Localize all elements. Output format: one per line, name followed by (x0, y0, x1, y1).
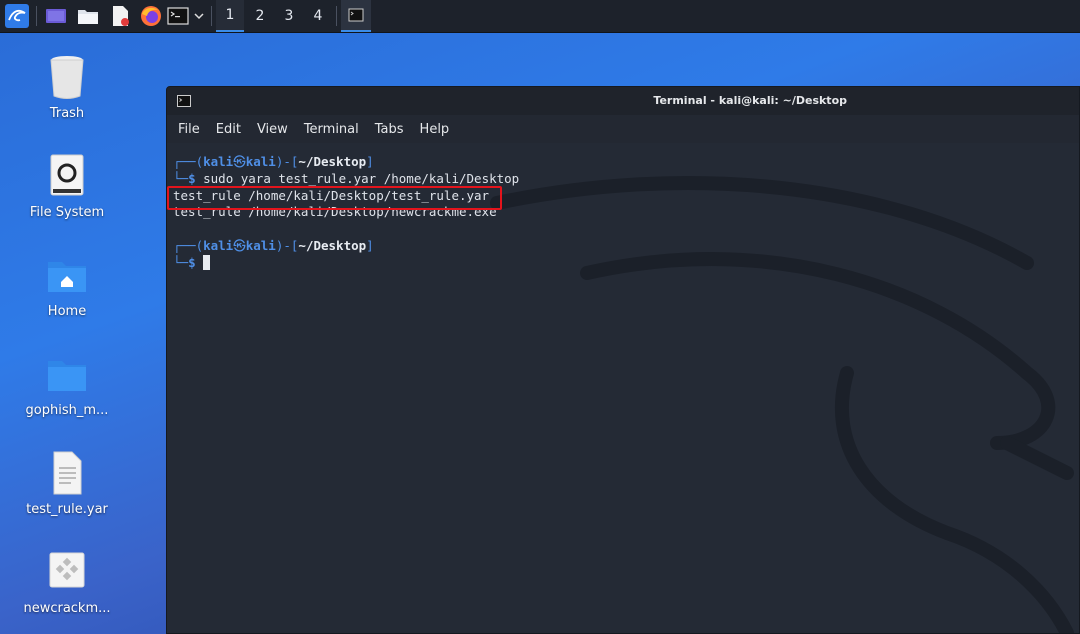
workspace-label: 2 (255, 8, 265, 24)
desktop-icon-label: test_rule.yar (26, 502, 108, 517)
window-title: Terminal - kali@kali: ~/Desktop (653, 94, 847, 107)
workspace-3[interactable]: 3 (275, 0, 303, 32)
text-editor-icon (113, 6, 129, 26)
file-manager-button[interactable] (74, 0, 102, 32)
kali-menu-button[interactable] (3, 0, 31, 32)
text-editor-button[interactable] (106, 0, 134, 32)
drive-icon (50, 154, 84, 196)
desktop-icon (46, 9, 66, 23)
workspace-label: 4 (313, 8, 323, 24)
desktop-icon-gophish[interactable]: gophish_m... (10, 351, 124, 418)
input-line[interactable]: └─$ (173, 254, 519, 272)
firefox-button[interactable] (137, 0, 165, 32)
home-folder-icon (48, 262, 86, 292)
prompt-line-1: ┌──(kali㉿kali)-[~/Desktop] (173, 154, 374, 169)
taskbar-terminal-window[interactable] (341, 0, 371, 32)
desktop-icon-label: Home (47, 304, 87, 319)
desktop-icon-newcrackme[interactable]: newcrackm... (10, 549, 124, 616)
menu-tabs[interactable]: Tabs (375, 122, 404, 137)
desktop-icon-home[interactable]: Home (10, 252, 124, 319)
chevron-down-icon (194, 13, 204, 20)
desktop-icon-label: newcrackm... (23, 601, 111, 616)
terminal-content[interactable]: ┌──(kali㉿kali)-[~/Desktop] └─$ sudo yara… (167, 143, 1079, 633)
window-titlebar[interactable]: Terminal - kali@kali: ~/Desktop (167, 87, 1079, 115)
terminal-window[interactable]: Terminal - kali@kali: ~/Desktop File Edi… (166, 86, 1080, 634)
kali-logo-icon (5, 4, 29, 28)
workspace-2[interactable]: 2 (246, 0, 274, 32)
workspace-label: 1 (225, 7, 235, 23)
command-text: sudo yara test_rule.yar /home/kali/Deskt… (195, 170, 520, 186)
folder-icon (48, 361, 86, 391)
desktop-icon-trash[interactable]: Trash (10, 54, 124, 121)
folder-icon (78, 10, 98, 24)
top-panel: 1 2 3 4 (0, 0, 1080, 33)
trash-icon (50, 56, 84, 99)
executable-icon (49, 552, 85, 588)
workspace-label: 3 (284, 8, 294, 24)
firefox-icon (141, 6, 161, 26)
menu-terminal[interactable]: Terminal (304, 122, 359, 137)
desktop-icon-label: gophish_m... (25, 403, 109, 418)
desktop-icon-file-system[interactable]: File System (10, 153, 124, 220)
menu-help[interactable]: Help (420, 122, 450, 137)
text-cursor (203, 254, 211, 270)
desktop-icon-label: Trash (49, 106, 85, 121)
prompt-line-2: ┌──(kali㉿kali)-[~/Desktop] (173, 237, 374, 253)
terminal-icon (167, 7, 189, 25)
menu-bar: File Edit View Terminal Tabs Help (167, 115, 1079, 143)
text-file-icon (53, 451, 82, 495)
terminal-dropdown-button[interactable] (191, 0, 207, 32)
menu-view[interactable]: View (257, 122, 288, 137)
desktop-icon-test-rule[interactable]: test_rule.yar (10, 450, 124, 517)
menu-edit[interactable]: Edit (216, 122, 241, 137)
terminal-icon (348, 8, 364, 22)
workspace-1[interactable]: 1 (216, 0, 244, 32)
menu-file[interactable]: File (178, 122, 200, 137)
terminal-output: ┌──(kali㉿kali)-[~/Desktop] └─$ sudo yara… (173, 154, 519, 272)
desktop-icon-label: File System (29, 205, 105, 220)
workspace-4[interactable]: 4 (304, 0, 332, 32)
show-desktop-button[interactable] (42, 0, 70, 32)
terminal-launcher-button[interactable] (166, 0, 190, 32)
highlight-box (167, 186, 502, 210)
